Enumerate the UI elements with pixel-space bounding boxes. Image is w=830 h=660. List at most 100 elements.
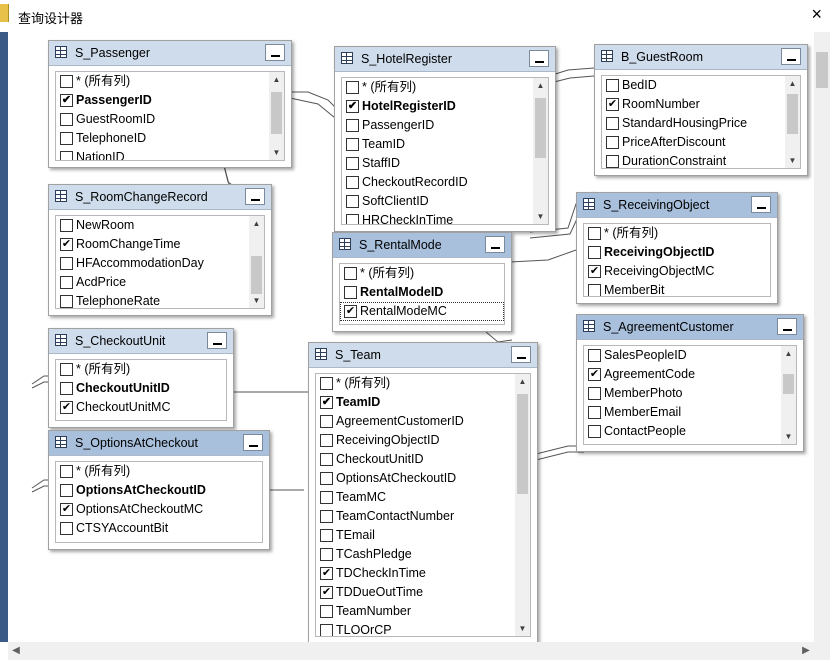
column-checkbox[interactable]: ✔ [344, 305, 357, 318]
column-checkbox[interactable] [320, 472, 333, 485]
column-row[interactable]: RentalModeID [340, 283, 504, 302]
column-checkbox[interactable] [344, 286, 357, 299]
vertical-scroll-thumb[interactable] [816, 52, 828, 88]
column-row[interactable]: HFAccommodationDay [56, 254, 264, 273]
table-header[interactable]: S_Team [309, 343, 537, 368]
column-row[interactable]: TeamContactNumber [316, 507, 530, 526]
scroll-thumb[interactable] [787, 94, 798, 134]
table-scrollbar[interactable]: ▲ ▼ [249, 216, 264, 308]
diagram-canvas[interactable]: S_Passenger * (所有列) ✔ PassengerID GuestRoomI… [8, 32, 814, 642]
column-checkbox[interactable] [344, 267, 357, 280]
column-list[interactable]: * (所有列) RentalModeID ✔ RentalModeMC [339, 263, 505, 325]
column-checkbox[interactable]: ✔ [320, 567, 333, 580]
scroll-up-icon[interactable]: ▲ [533, 78, 548, 93]
column-row[interactable]: MemberEmail [584, 403, 796, 422]
close-button[interactable]: × [811, 4, 822, 24]
table-window-passenger[interactable]: S_Passenger * (所有列) ✔ PassengerID GuestRoomI… [48, 40, 292, 168]
column-checkbox[interactable] [320, 377, 333, 390]
column-checkbox[interactable] [320, 548, 333, 561]
column-row[interactable]: OptionsAtCheckoutID [316, 469, 530, 488]
column-checkbox[interactable] [320, 529, 333, 542]
column-checkbox[interactable] [320, 453, 333, 466]
minimize-icon[interactable] [511, 346, 531, 363]
column-row[interactable]: PassengerID [342, 116, 548, 135]
column-checkbox[interactable] [60, 257, 73, 270]
column-row[interactable]: GuestRoomID [56, 110, 284, 129]
column-checkbox[interactable] [320, 434, 333, 447]
column-checkbox[interactable] [588, 425, 601, 438]
column-checkbox[interactable]: ✔ [60, 94, 73, 107]
table-header[interactable]: S_OptionsAtCheckout [49, 431, 269, 456]
column-row[interactable]: * (所有列) [56, 360, 226, 379]
column-checkbox[interactable] [346, 214, 359, 224]
scroll-up-icon[interactable]: ▲ [249, 216, 264, 231]
column-row[interactable]: StaffID [342, 154, 548, 173]
column-row[interactable]: ✔ PassengerID [56, 91, 284, 110]
column-checkbox[interactable] [606, 136, 619, 149]
table-window-options[interactable]: S_OptionsAtCheckout * (所有列) OptionsAtCheck… [48, 430, 270, 550]
minimize-icon[interactable] [751, 196, 771, 213]
scroll-thumb[interactable] [535, 98, 546, 158]
column-checkbox[interactable] [60, 276, 73, 289]
table-window-team[interactable]: S_Team * (所有列) ✔ TeamID AgreementCustomerID R… [308, 342, 538, 642]
column-checkbox[interactable] [320, 605, 333, 618]
column-row[interactable]: TCashPledge [316, 545, 530, 564]
table-header[interactable]: S_HotelRegister [335, 47, 555, 72]
column-checkbox[interactable] [588, 246, 601, 259]
column-row[interactable]: * (所有列) [56, 462, 262, 481]
scroll-down-icon[interactable]: ▼ [781, 429, 796, 444]
column-checkbox[interactable] [606, 117, 619, 130]
column-row[interactable]: AgreementCustomerID [316, 412, 530, 431]
scroll-down-icon[interactable]: ▼ [269, 145, 284, 160]
column-row[interactable]: ReceivingObjectID [584, 243, 770, 262]
column-checkbox[interactable] [346, 138, 359, 151]
column-row[interactable]: ✔ CheckoutUnitMC [56, 398, 226, 417]
table-header[interactable]: S_ReceivingObject [577, 193, 777, 218]
minimize-icon[interactable] [243, 434, 263, 451]
column-row[interactable]: PriceAfterDiscount [602, 133, 800, 152]
column-checkbox[interactable] [320, 491, 333, 504]
column-checkbox[interactable] [346, 157, 359, 170]
column-list[interactable]: * (所有列) ✔ TeamID AgreementCustomerID Receivi… [315, 373, 531, 637]
scroll-up-icon[interactable]: ▲ [269, 72, 284, 87]
table-window-guestroom[interactable]: B_GuestRoom BedID ✔ RoomNumber StandardHousi… [594, 44, 808, 176]
column-row[interactable]: ✔ ReceivingObjectMC [584, 262, 770, 281]
column-row[interactable]: * (所有列) [342, 78, 548, 97]
scroll-down-icon[interactable]: ▼ [785, 153, 800, 168]
table-header[interactable]: B_GuestRoom [595, 45, 807, 70]
column-checkbox[interactable]: ✔ [320, 586, 333, 599]
column-row[interactable]: CTSYAccountBit [56, 519, 262, 538]
column-row[interactable]: TeamMC [316, 488, 530, 507]
minimize-icon[interactable] [781, 48, 801, 65]
minimize-icon[interactable] [485, 236, 505, 253]
scroll-thumb[interactable] [271, 92, 282, 134]
table-scrollbar[interactable]: ▲ ▼ [515, 374, 530, 636]
table-window-agreement[interactable]: S_AgreementCustomer SalesPeopleID ✔ Agreeme… [576, 314, 804, 452]
column-list[interactable]: NewRoom ✔ RoomChangeTime HFAccommodationDay… [55, 215, 265, 309]
column-list[interactable]: * (所有列) ✔ PassengerID GuestRoomID TelephoneI… [55, 71, 285, 161]
column-checkbox[interactable] [606, 155, 619, 168]
minimize-icon[interactable] [777, 318, 797, 335]
column-list[interactable]: BedID ✔ RoomNumber StandardHousingPrice Pric… [601, 75, 801, 169]
column-row[interactable]: TLOOrCP [316, 621, 530, 636]
table-header[interactable]: S_CheckoutUnit [49, 329, 233, 354]
column-checkbox[interactable]: ✔ [60, 503, 73, 516]
column-checkbox[interactable] [588, 284, 601, 296]
column-row[interactable]: ✔ RoomChangeTime [56, 235, 264, 254]
column-checkbox[interactable] [60, 151, 73, 160]
column-row[interactable]: CheckoutUnitID [56, 379, 226, 398]
scroll-down-icon[interactable]: ▼ [533, 209, 548, 224]
minimize-icon[interactable] [245, 188, 265, 205]
table-header[interactable]: S_RoomChangeRecord [49, 185, 271, 210]
column-row[interactable]: NationID [56, 148, 284, 160]
column-checkbox[interactable] [320, 510, 333, 523]
column-checkbox[interactable] [346, 176, 359, 189]
column-row[interactable]: TEmail [316, 526, 530, 545]
column-checkbox[interactable] [320, 415, 333, 428]
column-row[interactable]: AcdPrice [56, 273, 264, 292]
scroll-down-icon[interactable]: ▼ [515, 621, 530, 636]
column-list[interactable]: * (所有列) OptionsAtCheckoutID ✔ OptionsAtChec… [55, 461, 263, 543]
column-checkbox[interactable] [60, 295, 73, 308]
column-checkbox[interactable] [346, 195, 359, 208]
column-row[interactable]: TelephoneRate [56, 292, 264, 308]
